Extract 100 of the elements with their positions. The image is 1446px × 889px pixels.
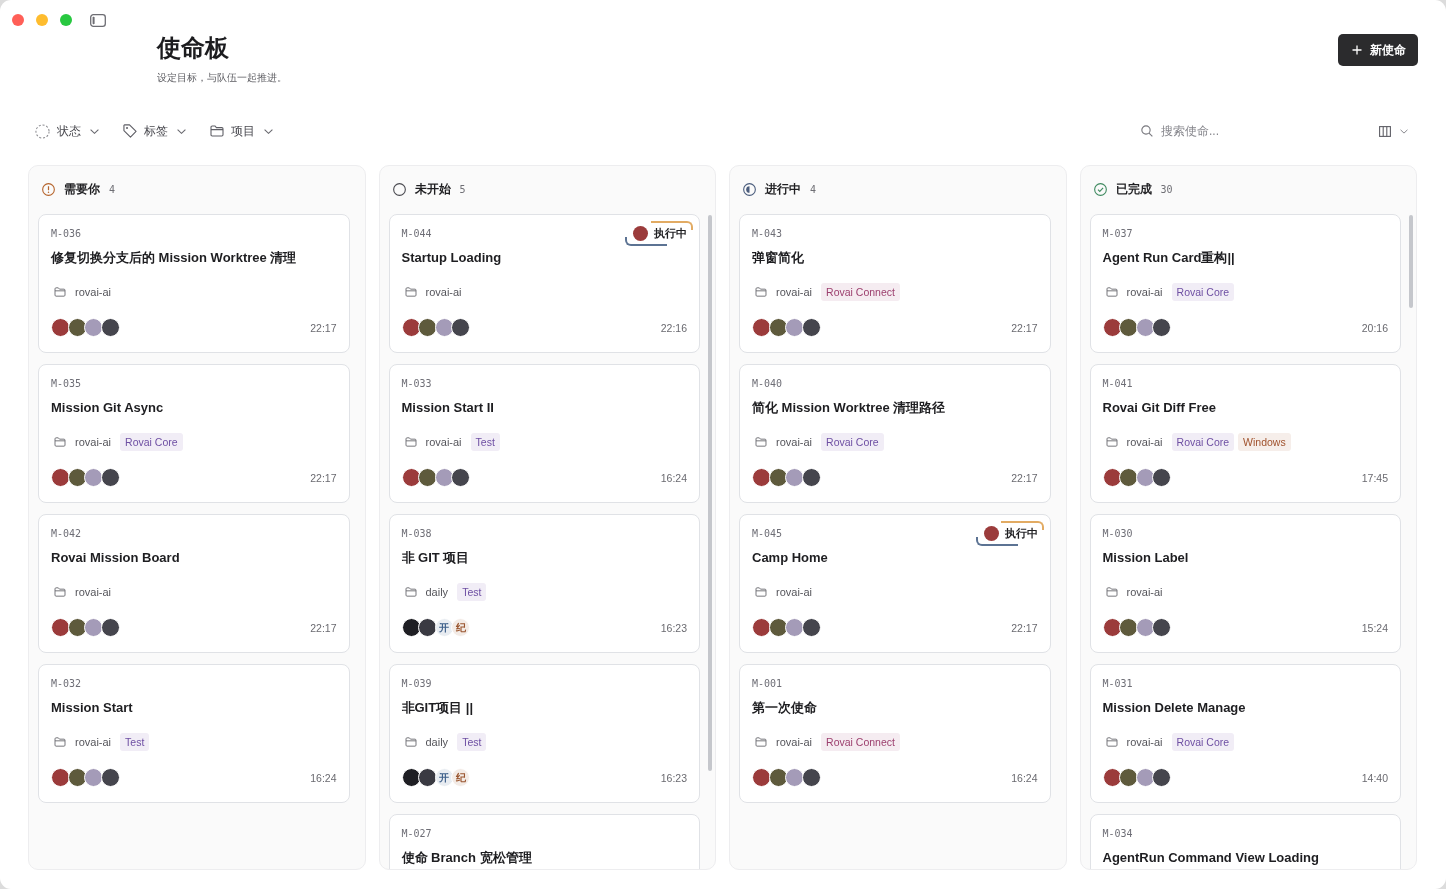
- tag: Rovai Connect: [821, 283, 900, 301]
- mission-title: Mission Start: [51, 699, 133, 717]
- mission-id: M-031: [1102, 677, 1133, 691]
- folder-icon: [54, 287, 66, 297]
- mission-title: Mission Start II: [401, 399, 494, 417]
- mission-title: Startup Loading: [401, 249, 502, 267]
- initial-avatar: 开: [434, 768, 454, 787]
- close-button[interactable]: [12, 14, 24, 26]
- mission-card[interactable]: M-036 修复切换分支后的 Mission Worktree 清理 rovai-ai 22:17: [38, 214, 350, 353]
- mission-title: Agent Run Card重构||: [1102, 249, 1235, 267]
- column-count: 4: [109, 183, 116, 195]
- mission-card[interactable]: M-001 第一次使命 rovai-ai Rovai Connect 16:24: [739, 664, 1051, 803]
- filter-button[interactable]: 标签: [123, 122, 186, 140]
- mission-card[interactable]: M-045 执行中 Camp Home rovai-ai 22:17: [739, 514, 1051, 653]
- mission-card[interactable]: M-042 Rovai Mission Board rovai-ai 22:17: [38, 514, 350, 653]
- new-mission-button[interactable]: 新使命: [1338, 34, 1418, 66]
- mission-card[interactable]: M-030 Mission Label rovai-ai 15:24: [1089, 514, 1401, 653]
- project-name: rovai-ai: [1126, 736, 1163, 748]
- project-name: rovai-ai: [75, 736, 112, 748]
- folder-icon: [1105, 287, 1118, 297]
- mission-card[interactable]: M-040 简化 Mission Worktree 清理路径 rovai-ai Rovai Core 22:17: [739, 364, 1051, 503]
- updated-time: 22:17: [1011, 621, 1038, 634]
- minimize-button[interactable]: [36, 14, 48, 26]
- mission-title: Mission Git Async: [51, 399, 164, 417]
- mission-title: 使命 Branch 宽松管理: [401, 849, 532, 867]
- plus-icon: [1352, 45, 1362, 55]
- folder-icon: [54, 737, 66, 747]
- mission-id: M-034: [1102, 827, 1133, 841]
- column-count: 5: [459, 183, 466, 195]
- updated-time: 22:16: [660, 321, 687, 334]
- mission-card[interactable]: M-037 Agent Run Card重构|| rovai-ai Rovai Core 20:16: [1089, 214, 1401, 353]
- folder-icon: [755, 587, 767, 597]
- mission-card[interactable]: M-044 执行中 Startup Loading rovai-ai 22:16: [388, 214, 700, 353]
- project-name: rovai-ai: [425, 286, 462, 298]
- folder-icon: [1105, 587, 1118, 597]
- mission-id: M-039: [401, 677, 432, 691]
- search-field[interactable]: 搜索使命...: [1161, 124, 1301, 138]
- mission-id: M-038: [401, 527, 432, 541]
- folder-icon: [755, 287, 767, 297]
- mission-title: 弹窗简化: [752, 249, 804, 267]
- column-title: 进行中: [765, 180, 801, 198]
- scrollbar-thumb[interactable]: [708, 215, 712, 771]
- project-name: rovai-ai: [1126, 286, 1163, 298]
- updated-time: 22:17: [310, 471, 337, 484]
- mission-card[interactable]: M-043 弹窗简化 rovai-ai Rovai Connect 22:17: [739, 214, 1051, 353]
- mission-title: 简化 Mission Worktree 清理路径: [752, 399, 946, 417]
- alert-circle-icon: [42, 182, 55, 196]
- tag: Test: [470, 433, 500, 451]
- mission-card[interactable]: M-031 Mission Delete Manage rovai-ai Rovai Core 14:40: [1089, 664, 1401, 803]
- mission-card[interactable]: M-039 非GIT项目 || daily Test 开 纪 16:23: [388, 664, 700, 803]
- empty-circle-icon: [392, 182, 406, 196]
- mission-card[interactable]: M-041 Rovai Git Diff Free rovai-ai Rovai Core Windows 17:45: [1089, 364, 1401, 503]
- project-name: daily: [425, 586, 449, 598]
- mission-title: 非 GIT 项目: [401, 549, 470, 567]
- initial-avatar: 纪: [451, 768, 470, 787]
- tag: Test: [457, 733, 487, 751]
- folder-icon: [404, 287, 417, 297]
- tag: Test: [120, 733, 150, 751]
- column-count: 4: [810, 183, 817, 195]
- mission-id: M-033: [401, 377, 432, 391]
- filter-button[interactable]: 项目: [210, 122, 273, 140]
- updated-time: 14:40: [1361, 771, 1388, 784]
- project-name: rovai-ai: [75, 286, 112, 298]
- tag: Windows: [1238, 433, 1291, 451]
- updated-time: 22:17: [310, 321, 337, 334]
- page-subtitle: 设定目标，与队伍一起推进。: [157, 71, 287, 85]
- mission-card[interactable]: M-035 Mission Git Async rovai-ai Rovai Core 22:17: [38, 364, 350, 503]
- updated-time: 22:17: [1011, 321, 1038, 334]
- zoom-button[interactable]: [60, 14, 72, 26]
- updated-time: 22:17: [1011, 471, 1038, 484]
- updated-time: 16:24: [1011, 771, 1038, 784]
- updated-time: 15:24: [1361, 621, 1388, 634]
- column-title: 未开始: [414, 180, 451, 198]
- mission-card[interactable]: M-038 非 GIT 项目 daily Test 开 纪 16:23: [388, 514, 700, 653]
- project-name: rovai-ai: [75, 436, 112, 448]
- mission-card[interactable]: M-027 使命 Branch 宽松管理: [388, 814, 700, 869]
- updated-time: 16:24: [310, 771, 337, 784]
- folder-icon: [755, 737, 767, 747]
- updated-time: 16:23: [660, 621, 687, 634]
- mission-card[interactable]: M-034 AgentRun Command View Loading: [1089, 814, 1401, 869]
- project-name: daily: [425, 736, 449, 748]
- mission-card[interactable]: M-032 Mission Start rovai-ai Test 16:24: [38, 664, 350, 803]
- updated-time: 22:17: [310, 621, 337, 634]
- scrollbar-thumb[interactable]: [1409, 215, 1413, 308]
- view-toggle-button[interactable]: [1379, 125, 1408, 137]
- mission-card[interactable]: M-033 Mission Start II rovai-ai Test 16:24: [388, 364, 700, 503]
- half-circle-icon: [743, 182, 756, 196]
- updated-time: 17:45: [1361, 471, 1388, 484]
- mission-title: Rovai Mission Board: [51, 549, 180, 567]
- mission-id: M-001: [752, 677, 783, 691]
- mission-id: M-030: [1102, 527, 1133, 541]
- column-count: 30: [1160, 183, 1173, 195]
- folder-icon: [54, 587, 66, 597]
- mission-id: M-043: [752, 227, 783, 241]
- filter-button[interactable]: 状态: [35, 122, 99, 140]
- column-title: 需要你: [64, 180, 100, 198]
- sidebar-toggle-icon[interactable]: [90, 13, 106, 27]
- search-icon: [1141, 125, 1153, 137]
- tag: Rovai Core: [821, 433, 884, 451]
- tag: Rovai Core: [1171, 283, 1235, 301]
